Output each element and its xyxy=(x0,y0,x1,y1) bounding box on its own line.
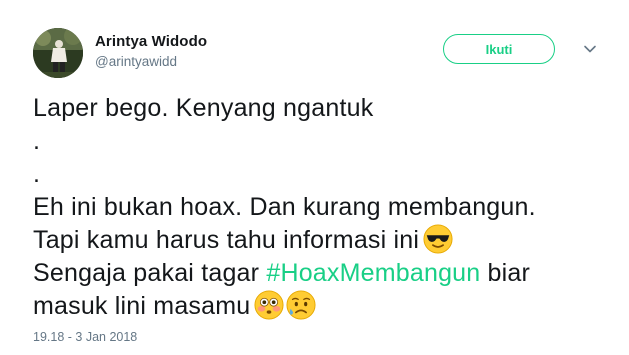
chevron-down-icon[interactable] xyxy=(583,42,597,56)
sad-sweat-emoji-icon xyxy=(286,290,316,320)
tweet-line: Laper bego. Kenyang ngantuk xyxy=(33,94,374,122)
sunglasses-emoji-icon xyxy=(423,224,453,254)
tweet-header: Arintya Widodo @arintyawidd Ikuti xyxy=(33,28,603,84)
hashtag-link[interactable]: #HoaxMembangun xyxy=(266,259,480,287)
tweet-timestamp[interactable]: 19.18 - 3 Jan 2018 xyxy=(33,330,137,344)
tweet-line: . xyxy=(33,160,41,188)
tweet-line-text: Sengaja pakai tagar xyxy=(33,259,267,287)
tweet-line: masuk lini masamu xyxy=(33,290,603,323)
tweet-line: . xyxy=(33,127,41,155)
tweet-line: Eh ini bukan hoax. Dan kurang membangun. xyxy=(33,193,536,221)
avatar-photo-icon xyxy=(33,28,83,78)
username-handle[interactable]: @arintyawidd xyxy=(95,53,207,71)
tweet-line-text: Tapi kamu harus tahu informasi ini xyxy=(33,226,420,254)
author-info: Arintya Widodo @arintyawidd xyxy=(95,33,207,71)
tweet-line-text: biar xyxy=(480,259,531,287)
tweet-line-text: masuk lini masamu xyxy=(33,292,251,320)
display-name[interactable]: Arintya Widodo xyxy=(95,33,207,51)
tweet-line: Tapi kamu harus tahu informasi ini xyxy=(33,224,603,257)
tweet-line: Sengaja pakai tagar #HoaxMembangun biar xyxy=(33,257,603,290)
follow-button[interactable]: Ikuti xyxy=(443,34,555,64)
tweet-text: Laper bego. Kenyang ngantuk . . Eh ini b… xyxy=(33,92,603,323)
flushed-emoji-icon xyxy=(254,290,284,320)
tweet-card: Arintya Widodo @arintyawidd Ikuti Laper … xyxy=(0,0,629,355)
avatar[interactable] xyxy=(33,28,83,78)
